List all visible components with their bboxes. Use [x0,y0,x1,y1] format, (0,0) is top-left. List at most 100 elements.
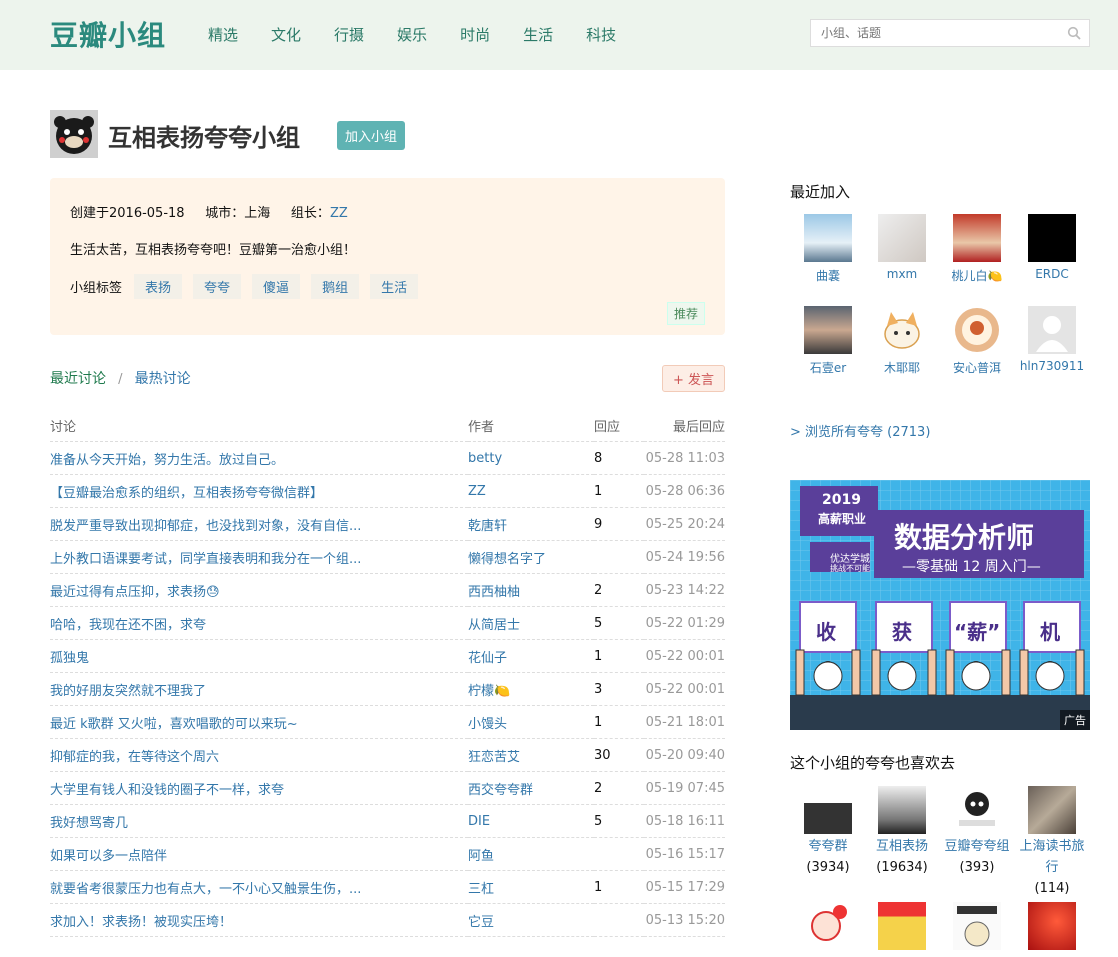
member-avatar[interactable] [878,306,926,354]
author-link[interactable]: 柠檬🍋 [468,672,594,706]
group-avatar[interactable] [804,902,852,950]
author-link[interactable]: 三杠 [468,870,594,904]
member-card[interactable]: mxm [864,214,940,281]
join-group-button[interactable]: 加入小组 [337,121,406,150]
author-link[interactable]: 它豆 [468,903,594,937]
member-avatar[interactable] [804,306,852,354]
author-link[interactable]: 花仙子 [468,639,594,673]
member-card[interactable]: 桃儿白🍋 [939,214,1015,284]
member-name[interactable]: 木耶耶 [884,361,920,375]
topic-link[interactable]: 抑郁症的我，在等待这个周六 [50,738,468,772]
related-group-name[interactable]: 互相表扬 [864,836,940,857]
author-link[interactable]: 乾唐轩 [468,507,594,541]
related-group-card[interactable]: 互相表扬 (19634) [864,786,940,878]
tag-item[interactable]: 夸夸 [193,274,242,299]
group-avatar[interactable] [953,786,1001,834]
search-input[interactable] [811,20,1061,46]
tab-recent-discussions[interactable]: 最近讨论 [50,371,106,387]
member-card[interactable]: ERDC [1014,214,1090,281]
tag-item[interactable]: 生活 [370,274,419,299]
member-card[interactable]: 曲嚢 [790,214,866,284]
recommend-button[interactable]: 推荐 [666,302,705,325]
member-avatar[interactable] [878,214,926,262]
browse-all-members-link[interactable]: > 浏览所有夸夸 (2713) [790,421,930,440]
related-group-name[interactable]: 上海读书旅行 [1014,836,1090,878]
tag-item[interactable]: 鹅组 [311,274,360,299]
topic-link[interactable]: 准备从今天开始，努力生活。放过自己。 [50,441,468,475]
author-link[interactable]: DIE [468,804,594,838]
search-icon[interactable] [1067,26,1081,40]
site-logo[interactable]: 豆瓣小组 [50,14,166,54]
group-avatar[interactable] [878,786,926,834]
post-button[interactable]: + 发言 [661,365,725,392]
topic-link[interactable]: 孤独鬼 [50,639,468,673]
member-avatar[interactable] [1028,306,1076,354]
tag-item[interactable]: 表扬 [134,274,183,299]
nav-item-life[interactable]: 生活 [523,24,553,45]
leader-link[interactable]: ZZ [330,206,348,221]
group-avatar[interactable] [804,786,852,834]
member-name[interactable]: hln730911 [1020,359,1084,373]
topic-link[interactable]: 求加入！求表扬！被现实压垮！ [50,903,468,937]
group-avatar[interactable] [878,902,926,950]
member-name[interactable]: 安心普洱 [953,361,1001,375]
group-avatar[interactable] [953,902,1001,950]
topic-link[interactable]: 我的好朋友突然就不理我了 [50,672,468,706]
topic-link[interactable]: 【豆瓣最治愈系的组织，互相表扬夸夸微信群】 [50,474,468,508]
author-link[interactable]: 狂恋苦艾 [468,738,594,772]
related-group-card[interactable] [939,902,1015,952]
related-group-card[interactable]: 夸夸群 (3934) [790,786,866,878]
nav-item-selected[interactable]: 精选 [208,24,238,45]
related-group-card[interactable]: 豆瓣夸夸组 (393) [939,786,1015,878]
topic-link[interactable]: 哈哈，我现在还不困，求夸 [50,606,468,640]
topic-link[interactable]: 就要省考很蒙压力也有点大，一不小心又触景生伤，... [50,870,468,904]
group-avatar[interactable] [1028,786,1076,834]
related-group-card[interactable] [1014,902,1090,952]
topic-link[interactable]: 大学里有钱人和没钱的圈子不一样，求夸 [50,771,468,805]
topic-link[interactable]: 上外教口语课要考试，同学直接表明和我分在一个组... [50,540,468,574]
topic-link[interactable]: 如果可以多一点陪伴 [50,837,468,871]
member-avatar[interactable] [953,306,1001,354]
member-name[interactable]: mxm [887,267,917,281]
nav-item-culture[interactable]: 文化 [271,24,301,45]
member-name[interactable]: 桃儿白🍋 [952,269,1003,283]
member-name[interactable]: ERDC [1035,267,1069,281]
author-link[interactable]: betty [468,441,594,475]
related-group-card[interactable] [790,902,866,952]
member-card[interactable]: 木耶耶 [864,306,940,376]
related-group-name[interactable]: 夸夸群 [790,836,866,857]
member-name[interactable]: 曲嚢 [816,269,840,283]
tag-item[interactable]: 傻逼 [252,274,301,299]
member-card[interactable]: hln730911 [1014,306,1090,373]
member-card[interactable]: 石壹er [790,306,866,376]
author-link[interactable]: 西交夸夸群 [468,771,594,805]
member-card[interactable]: 安心普洱 [939,306,1015,376]
author-link[interactable]: 小馒头 [468,705,594,739]
nav-item-travel[interactable]: 行摄 [334,24,364,45]
ad-banner[interactable]: 2019 高薪职业 优达学城 挑战不可能 数据分析师 —零基础 12 周入门— … [790,480,1090,730]
nav-item-fashion[interactable]: 时尚 [460,24,490,45]
member-avatar[interactable] [953,214,1001,262]
author-link[interactable]: 懒得想名字了 [468,540,594,574]
last-reply-time: 05-20 09:40 [644,738,725,772]
tab-hot-discussions[interactable]: 最热讨论 [135,371,191,387]
author-link[interactable]: 从简居士 [468,606,594,640]
group-tags: 小组标签 表扬 夸夸 傻逼 鹅组 生活 [70,274,705,299]
related-group-name[interactable]: 豆瓣夸夸组 [939,836,1015,857]
topic-link[interactable]: 最近过得有点压抑，求表扬😓 [50,573,468,607]
leader-label: 组长： [290,206,330,221]
member-avatar[interactable] [1028,214,1076,262]
topic-link[interactable]: 最近 k歌群 又火啦，喜欢唱歌的可以来玩~ [50,705,468,739]
author-link[interactable]: 阿鱼 [468,837,594,871]
topic-link[interactable]: 脱发严重导致出现抑郁症，也没找到对象，没有自信... [50,507,468,541]
member-name[interactable]: 石壹er [810,361,846,375]
member-avatar[interactable] [804,214,852,262]
nav-item-entertainment[interactable]: 娱乐 [397,24,427,45]
nav-item-tech[interactable]: 科技 [586,24,616,45]
topic-link[interactable]: 我好想骂寄几 [50,804,468,838]
author-link[interactable]: ZZ [468,474,594,508]
author-link[interactable]: 西西柚柚 [468,573,594,607]
related-group-card[interactable]: 上海读书旅行 (114) [1014,786,1090,899]
related-group-card[interactable] [864,902,940,952]
group-avatar[interactable] [1028,902,1076,950]
